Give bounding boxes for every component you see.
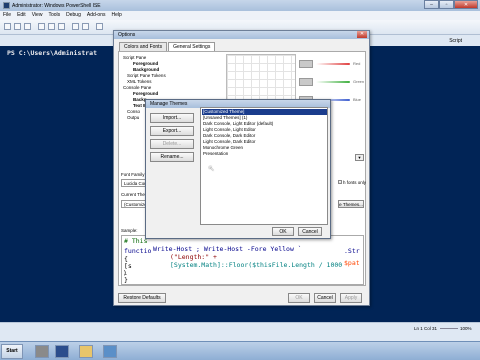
menu-tools[interactable]: Tools: [48, 11, 60, 20]
minimize-button[interactable]: –: [424, 0, 439, 9]
options-ok-button[interactable]: OK: [288, 293, 310, 303]
tab-general-settings[interactable]: General Settings: [168, 42, 216, 51]
ise-taskbar-icon[interactable]: [103, 345, 117, 358]
sample-line: }: [124, 276, 128, 284]
themes-cancel-button[interactable]: Cancel: [298, 227, 322, 236]
red-swatch[interactable]: [299, 60, 313, 68]
new-file-icon[interactable]: [4, 23, 11, 30]
tree-script-foreground[interactable]: Foreground: [133, 61, 158, 66]
delete-button[interactable]: Delete...: [150, 139, 194, 149]
undo-icon[interactable]: [72, 23, 79, 30]
tree-console-tokens[interactable]: Conso: [127, 109, 140, 114]
menu-file[interactable]: File: [3, 11, 11, 20]
close-button[interactable]: ✕: [454, 0, 478, 9]
manage-themes-dialog: Manage Themes Import... Export... Delete…: [145, 99, 331, 239]
server-manager-icon[interactable]: [35, 345, 49, 358]
tree-console-foreground[interactable]: Foreground: [133, 91, 158, 96]
console-prompt: PS C:\Users\Administrat: [7, 49, 98, 57]
zoom-level: 100%: [460, 326, 472, 331]
themes-ok-button[interactable]: OK: [272, 227, 294, 236]
rename-button[interactable]: Rename...: [150, 152, 194, 162]
menu-view[interactable]: View: [32, 11, 43, 20]
tree-console-pane[interactable]: Console Pane: [123, 85, 151, 90]
tree-output[interactable]: Outpu: [127, 115, 139, 120]
explorer-icon[interactable]: [79, 345, 93, 358]
copy-icon[interactable]: [48, 23, 55, 30]
window-title: Administrator: Windows PowerShell ISE: [12, 3, 101, 9]
cut-icon[interactable]: [38, 23, 45, 30]
blue-label: Blue: [353, 97, 362, 102]
script-pane-toggle[interactable]: Script: [449, 38, 462, 44]
green-swatch[interactable]: [299, 78, 313, 86]
theme-item[interactable]: Presentation: [202, 151, 327, 157]
options-cancel-button[interactable]: Cancel: [314, 293, 336, 303]
tree-script-background[interactable]: Background: [133, 67, 159, 72]
menu-help[interactable]: Help: [111, 11, 121, 20]
start-button[interactable]: Start: [1, 344, 23, 359]
fixed-fonts-only-label: h fonts only: [343, 180, 367, 185]
save-icon[interactable]: [24, 23, 31, 30]
sample-line: .Str: [344, 247, 360, 255]
themes-title: Manage Themes: [150, 101, 188, 107]
sample-line: functio: [124, 247, 152, 255]
tree-script-tokens[interactable]: Script Pane Tokens: [127, 73, 166, 78]
tree-xml-tokens[interactable]: XML Tokens: [127, 79, 152, 84]
powershell-taskbar-icon[interactable]: [55, 345, 69, 358]
powershell-icon: [3, 2, 10, 9]
redo-icon[interactable]: [82, 23, 89, 30]
ise-titlebar[interactable]: Administrator: Windows PowerShell ISE – …: [0, 0, 480, 11]
green-label: Green: [353, 79, 365, 84]
color-dropdown-arrow[interactable]: ▼: [355, 154, 364, 161]
sample-line: ("Length:" +: [170, 253, 217, 261]
menu-edit[interactable]: Edit: [17, 11, 26, 20]
red-label: Red: [353, 61, 361, 66]
sample-line: [System.Math]::Floor($thisFile.Length / …: [170, 261, 343, 269]
sample-line: $pat: [344, 259, 360, 267]
menu-bar: File Edit View Tools Debug Add-ons Help: [0, 11, 480, 20]
fixed-fonts-only-checkbox[interactable]: [338, 180, 342, 184]
sample-line: Write-Host ; Write-Host -Fore Yellow `: [153, 245, 302, 253]
menu-debug[interactable]: Debug: [66, 11, 81, 20]
mouse-cursor-icon: ↖: [208, 164, 215, 173]
green-channel: Green: [299, 76, 365, 88]
red-slider[interactable]: [316, 63, 350, 65]
cursor-position: Ln 1 Col 31: [414, 326, 438, 331]
green-slider[interactable]: [316, 81, 350, 83]
tree-script-pane[interactable]: Script Pane: [123, 55, 146, 60]
font-family-label: Font Family: [121, 172, 145, 177]
window-controls: – ▫ ✕: [424, 0, 478, 10]
red-channel: Red: [299, 58, 365, 70]
options-apply-button[interactable]: Apply: [340, 293, 362, 303]
open-file-icon[interactable]: [14, 23, 21, 30]
themes-list[interactable]: [Customized Theme] [Unsaved Themes] (1) …: [200, 107, 328, 225]
tab-colors-and-fonts[interactable]: Colors and Fonts: [119, 42, 168, 51]
paste-icon[interactable]: [58, 23, 65, 30]
sample-preview: # This functio { [s . } .Str $pat: [121, 235, 364, 285]
menu-addons[interactable]: Add-ons: [87, 11, 106, 20]
taskbar: Start: [0, 341, 480, 360]
run-icon[interactable]: [96, 23, 103, 30]
sample-label: Sample:: [121, 228, 138, 233]
sample-line: ): [123, 269, 127, 277]
manage-themes-button[interactable]: e Themes...: [338, 200, 364, 208]
options-tabs: Colors and Fonts General Settings: [119, 42, 216, 51]
options-titlebar[interactable]: Options ✕: [114, 31, 369, 39]
restore-defaults-button[interactable]: Restore Defaults: [118, 293, 166, 303]
sample-line: # This: [124, 237, 148, 245]
options-title: Options: [118, 32, 136, 38]
export-button[interactable]: Export...: [150, 126, 194, 136]
options-close-button[interactable]: ✕: [357, 31, 367, 38]
import-button[interactable]: Import...: [150, 113, 194, 123]
status-bar: Ln 1 Col 31 100%: [0, 322, 480, 334]
maximize-button[interactable]: ▫: [439, 0, 454, 9]
zoom-slider[interactable]: [440, 328, 458, 329]
